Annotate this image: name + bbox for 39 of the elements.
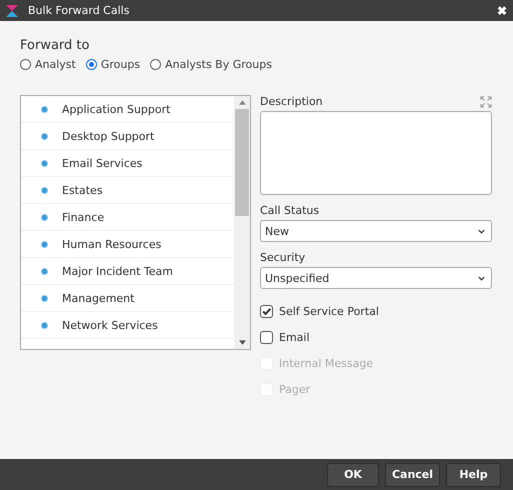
close-button[interactable]: ✖ — [497, 4, 507, 18]
expand-icon[interactable] — [480, 96, 492, 108]
dialog-button[interactable]: OK — [327, 462, 379, 486]
field-label: Description — [260, 95, 323, 108]
field-label: Security — [260, 251, 306, 264]
radio-label[interactable]: Analyst — [35, 58, 76, 71]
checkbox[interactable] — [260, 304, 273, 318]
bullet-icon — [41, 186, 48, 194]
checkbox-label[interactable]: Self Service Portal — [279, 304, 379, 318]
radio-button[interactable] — [86, 59, 97, 70]
call-status-dropdown[interactable]: New — [260, 220, 492, 242]
dialog-button[interactable]: Help — [446, 462, 501, 486]
window-title: Bulk Forward Calls — [28, 4, 130, 17]
scrollbar[interactable] — [234, 96, 250, 349]
caret-icon — [478, 276, 485, 280]
bullet-icon — [41, 294, 48, 302]
security-dropdown[interactable]: Unspecified — [260, 267, 492, 289]
logo-icon — [5, 4, 19, 18]
dialog-button[interactable]: Cancel — [385, 462, 440, 486]
radio-label[interactable]: Groups — [100, 58, 140, 71]
bullet-icon — [41, 240, 48, 248]
bullet-icon — [41, 106, 48, 112]
scroll-up-icon[interactable] — [238, 100, 246, 105]
section-heading: Forward to — [20, 38, 90, 53]
bullet-icon — [41, 160, 48, 166]
bullet-icon — [41, 214, 48, 220]
bullet-icon — [41, 132, 48, 140]
bullet-icon — [41, 322, 48, 328]
checkbox[interactable] — [260, 330, 273, 344]
radio-button[interactable] — [20, 59, 31, 70]
field-label: Call Status — [260, 204, 320, 217]
radio-label[interactable]: Analysts By Groups — [165, 58, 272, 71]
checkbox-label[interactable]: Email — [279, 330, 310, 344]
caret-icon — [478, 228, 485, 234]
scroll-down-icon[interactable] — [238, 340, 246, 345]
scrollbar-thumb[interactable] — [235, 109, 249, 216]
description-field[interactable] — [260, 111, 492, 195]
radio-button[interactable] — [150, 59, 162, 70]
bullet-icon — [41, 268, 48, 274]
